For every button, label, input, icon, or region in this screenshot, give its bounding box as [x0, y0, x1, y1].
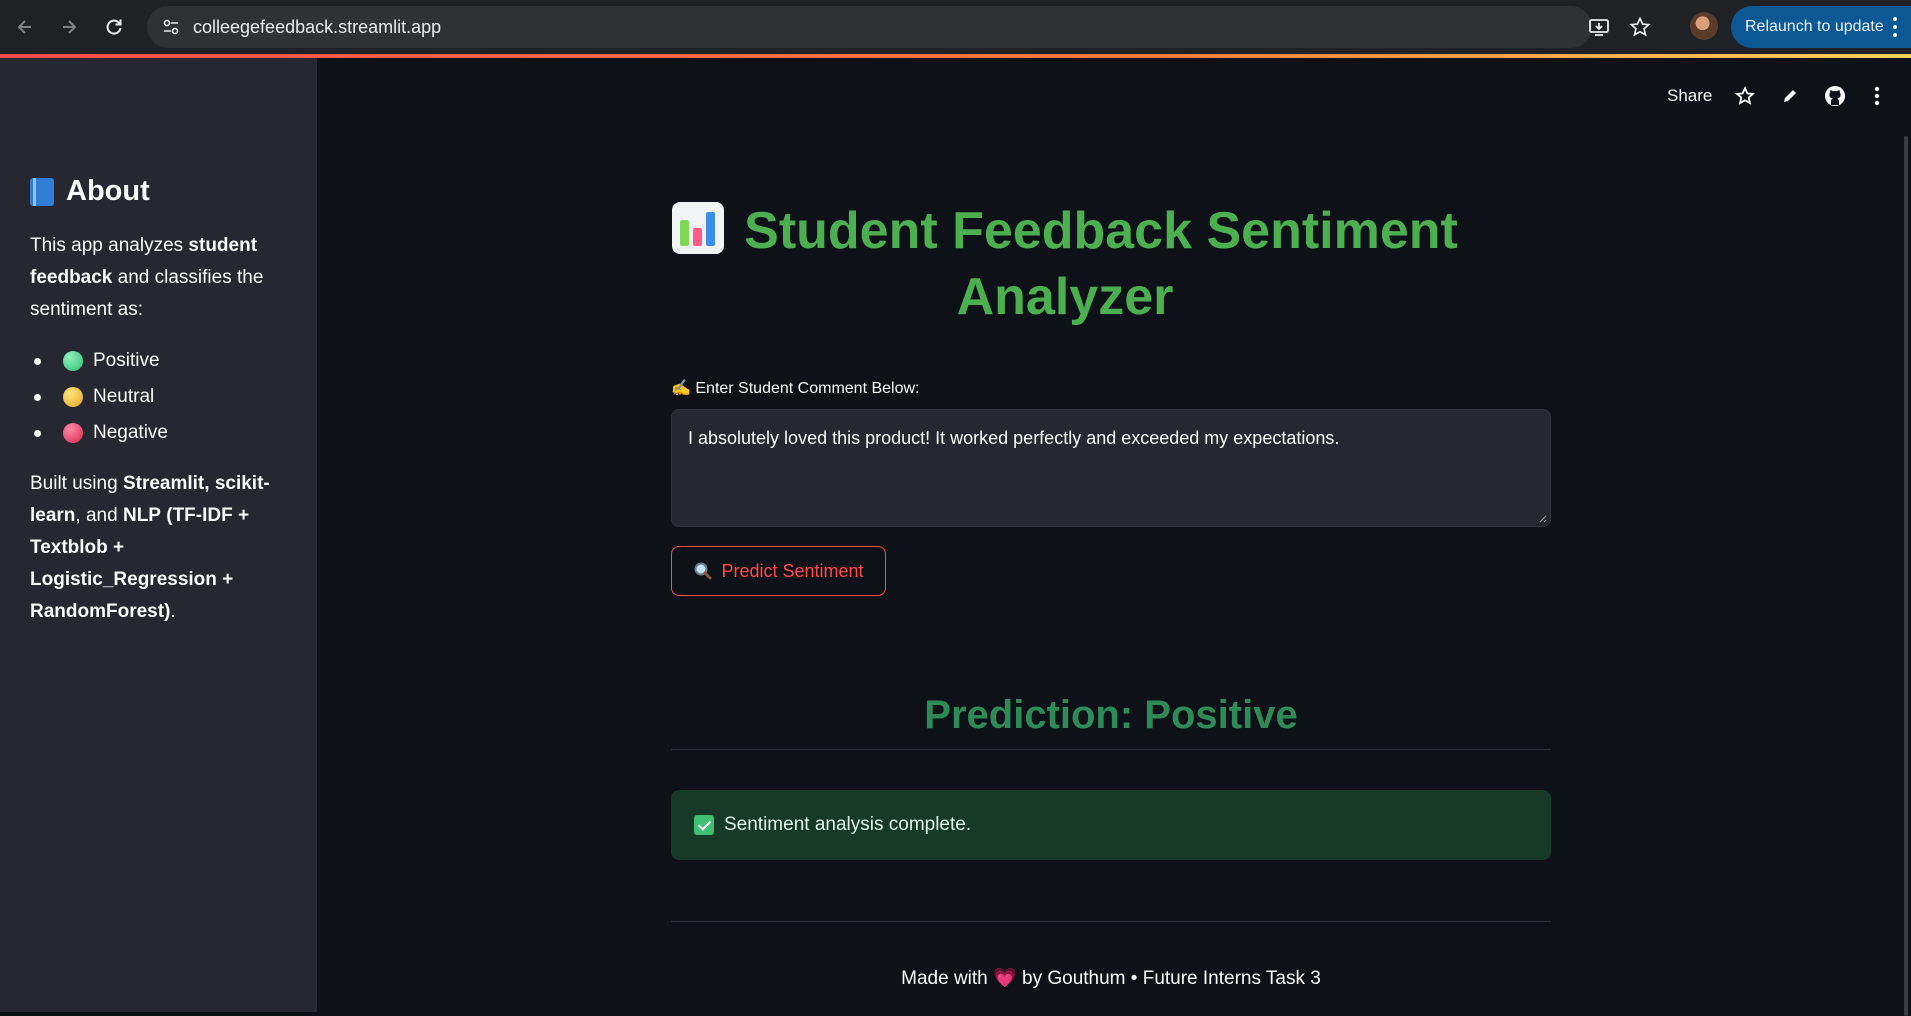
- share-button[interactable]: Share: [1667, 82, 1712, 110]
- relaunch-label: Relaunch to update: [1745, 18, 1884, 35]
- predict-sentiment-button[interactable]: Predict Sentiment: [671, 546, 886, 596]
- divider: [671, 749, 1551, 750]
- footer-made-with: Made with: [901, 968, 988, 989]
- footer-credit: by Gouthum • Future Interns Task 3: [1022, 968, 1321, 989]
- github-icon: [1825, 86, 1845, 106]
- github-button[interactable]: [1822, 82, 1848, 110]
- comment-textarea[interactable]: I absolutely loved this product! It work…: [671, 409, 1551, 527]
- list-item-positive: Positive: [30, 343, 168, 379]
- comment-label: ✍️ Enter Student Comment Below:: [671, 380, 920, 397]
- reload-button[interactable]: [100, 13, 128, 41]
- success-alert: Sentiment analysis complete.: [671, 790, 1551, 860]
- site-settings-icon[interactable]: [159, 15, 183, 39]
- green-circle-icon: [63, 351, 83, 371]
- page-title-text: Student Feedback Sentiment Analyzer: [744, 202, 1458, 326]
- predict-button-label: Predict Sentiment: [721, 560, 864, 581]
- relaunch-button[interactable]: Relaunch to update: [1731, 6, 1911, 48]
- scrollbar[interactable]: [1904, 136, 1908, 1016]
- pencil-icon: [1784, 90, 1796, 102]
- sidebar-intro: This app analyzes student feedback and c…: [30, 235, 264, 320]
- bookmark-button[interactable]: [1627, 14, 1653, 40]
- divider: [671, 921, 1551, 922]
- footer: Made with 💗 by Gouthum • Future Interns …: [671, 966, 1551, 990]
- success-message: Sentiment analysis complete.: [724, 814, 972, 835]
- more-vert-icon: [1874, 86, 1880, 106]
- forward-button[interactable]: [55, 13, 83, 41]
- install-app-button[interactable]: [1586, 14, 1612, 40]
- star-icon: [1735, 86, 1755, 105]
- prediction-result: Prediction: Positive: [924, 693, 1298, 737]
- main-content: Share Student Feedback Sentiment Analyze…: [317, 58, 1911, 1016]
- star-icon: [1629, 16, 1651, 37]
- sidebar-title-text: About: [66, 175, 150, 207]
- back-button[interactable]: [11, 13, 39, 41]
- url-text[interactable]: colleegefeedback.streamlit.app: [193, 17, 441, 38]
- arrow-right-icon: [63, 20, 77, 34]
- list-item-negative: Negative: [30, 415, 168, 451]
- sidebar-title: About: [30, 175, 150, 208]
- install-icon: [1589, 19, 1609, 36]
- yellow-circle-icon: [63, 387, 83, 407]
- comment-text[interactable]: I absolutely loved this product! It work…: [688, 428, 1339, 448]
- book-icon: [30, 177, 54, 206]
- sentiment-list: Positive Neutral Negative: [30, 343, 168, 451]
- favorite-button[interactable]: [1732, 82, 1758, 110]
- sidebar-built-with: Built using Streamlit, scikit-learn, and…: [30, 473, 270, 622]
- edit-button[interactable]: [1777, 82, 1803, 110]
- heart-icon: 💗: [993, 968, 1017, 989]
- reload-icon: [106, 19, 122, 35]
- profile-avatar[interactable]: [1690, 12, 1718, 40]
- list-item-neutral: Neutral: [30, 379, 168, 415]
- arrow-left-icon: [17, 20, 31, 34]
- checkmark-icon: [694, 815, 714, 835]
- main-menu-button[interactable]: [1867, 82, 1887, 110]
- more-vert-icon: [1893, 17, 1897, 37]
- magnifier-icon: [694, 562, 712, 580]
- page-title: Student Feedback Sentiment Analyzer: [670, 198, 1460, 330]
- address-bar[interactable]: colleegefeedback.streamlit.app: [147, 6, 1592, 48]
- bar-chart-icon: [672, 202, 725, 254]
- browser-toolbar: colleegefeedback.streamlit.app Relaunch …: [0, 0, 1911, 54]
- red-circle-icon: [63, 423, 83, 443]
- sidebar: About This app analyzes student feedback…: [0, 58, 317, 1012]
- resize-handle-icon[interactable]: [1537, 513, 1547, 523]
